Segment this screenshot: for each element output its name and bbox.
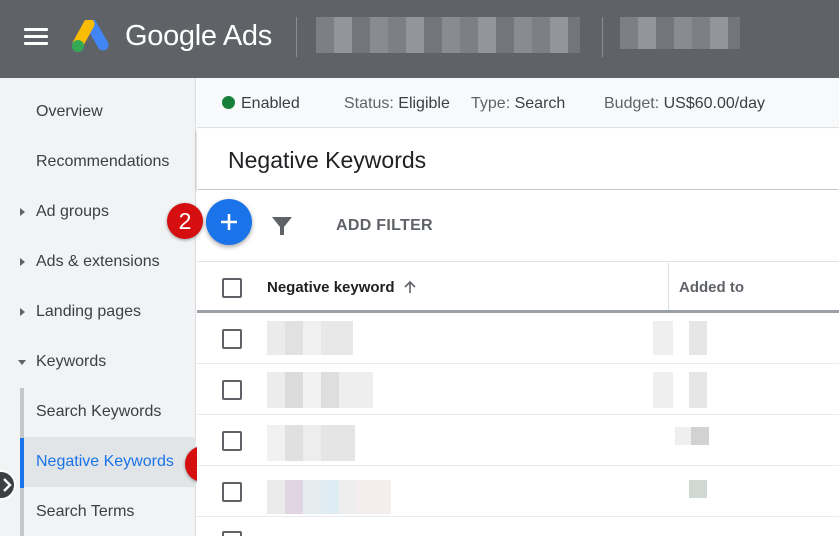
- page-title: Negative Keywords: [228, 147, 427, 173]
- table-row[interactable]: [197, 517, 839, 536]
- redacted-keyword: [267, 372, 373, 408]
- budget-value: US$60.00/day: [663, 95, 766, 112]
- sidebar-item-label: Search Keywords: [36, 403, 162, 420]
- select-all-checkbox[interactable]: [222, 278, 242, 298]
- brand-name[interactable]: Google Ads: [125, 20, 272, 53]
- caret-right-icon: [20, 258, 25, 266]
- budget-label: Budget:: [604, 95, 660, 112]
- status-label: Status:: [344, 95, 394, 112]
- active-indicator: [20, 438, 24, 488]
- hamburger-menu-icon[interactable]: [24, 28, 48, 48]
- top-app-bar: Google Ads: [0, 0, 839, 78]
- add-filter-button[interactable]: ADD FILTER: [336, 217, 433, 235]
- redacted-keyword: [267, 480, 391, 514]
- arrow-up-icon: [403, 280, 416, 293]
- sidebar-item-search-terms[interactable]: Search Terms: [0, 487, 196, 536]
- sidebar-item-label: Landing pages: [36, 303, 141, 320]
- table-header: Negative keyword Added to: [197, 263, 839, 313]
- redacted-added-to: [689, 372, 707, 408]
- sidebar-item-keywords[interactable]: Keywords: [0, 337, 196, 387]
- redacted-keyword: [267, 321, 353, 355]
- campaign-budget[interactable]: Budget: US$60.00/day: [604, 95, 765, 113]
- row-checkbox[interactable]: [222, 531, 242, 536]
- add-negative-keyword-button[interactable]: [206, 199, 252, 245]
- column-divider: [668, 263, 669, 310]
- status-value: Eligible: [398, 95, 450, 112]
- type-value: Search: [514, 95, 566, 112]
- column-header-added-to[interactable]: Added to: [679, 279, 744, 296]
- sidebar-item-ads-extensions[interactable]: Ads & extensions: [0, 237, 196, 287]
- redacted-cell: [653, 321, 673, 355]
- side-navigation: Overview Recommendations Ad groups Ads &…: [0, 78, 196, 536]
- column-header-label: Negative keyword: [267, 279, 395, 296]
- sidebar-item-label: Overview: [36, 103, 103, 120]
- table-row[interactable]: [197, 313, 839, 364]
- row-checkbox[interactable]: [222, 482, 242, 502]
- eligibility-status: Status: Eligible: [344, 95, 450, 113]
- row-checkbox[interactable]: [222, 329, 242, 349]
- row-checkbox[interactable]: [222, 431, 242, 451]
- sidebar-item-search-keywords[interactable]: Search Keywords: [0, 387, 196, 437]
- header-divider: [296, 17, 297, 57]
- campaign-status-bar: Enabled Status: Eligible Type: Search Bu…: [197, 78, 839, 128]
- sidebar-item-overview[interactable]: Overview: [0, 87, 196, 137]
- caret-down-icon: [18, 360, 26, 365]
- table-row[interactable]: [197, 415, 839, 466]
- redacted-added-to: [675, 427, 709, 445]
- column-header-negative-keyword[interactable]: Negative keyword: [267, 279, 417, 296]
- row-checkbox[interactable]: [222, 380, 242, 400]
- redacted-added-to: [689, 321, 707, 355]
- sidebar-item-label: Recommendations: [36, 153, 170, 170]
- redacted-cell: [653, 372, 673, 408]
- redacted-campaign-name: [620, 17, 740, 49]
- campaign-type: Type: Search: [471, 95, 565, 113]
- google-ads-logo-icon: [72, 20, 109, 52]
- redacted-account-name: [316, 17, 580, 53]
- page-title-card: Negative Keywords: [197, 129, 839, 189]
- sidebar-item-negative-keywords[interactable]: Negative Keywords: [24, 437, 196, 487]
- sidebar-item-landing-pages[interactable]: Landing pages: [0, 287, 196, 337]
- sidebar-item-label: Ad groups: [36, 203, 109, 220]
- sidebar-item-label: Ads & extensions: [36, 253, 160, 270]
- sidebar-item-label: Negative Keywords: [36, 453, 174, 470]
- redacted-added-to: [689, 480, 707, 498]
- sidebar-item-recommendations[interactable]: Recommendations: [0, 137, 196, 187]
- annotation-badge-step-2: 2: [167, 203, 203, 239]
- table-row[interactable]: [197, 466, 839, 517]
- sidebar-item-label: Keywords: [36, 353, 107, 370]
- caret-right-icon: [20, 308, 25, 316]
- caret-right-icon: [20, 208, 25, 216]
- plus-icon: [221, 214, 237, 230]
- type-label: Type:: [471, 95, 511, 112]
- sidebar-item-ad-groups[interactable]: Ad groups: [0, 187, 196, 237]
- table-row[interactable]: [197, 364, 839, 415]
- enabled-status[interactable]: Enabled: [222, 95, 300, 113]
- filter-funnel-icon[interactable]: [270, 214, 294, 238]
- sidebar-item-label: Search Terms: [36, 503, 135, 520]
- header-divider: [602, 17, 603, 57]
- enabled-label: Enabled: [241, 95, 300, 112]
- enabled-dot-icon: [222, 96, 235, 109]
- redacted-keyword: [267, 425, 355, 461]
